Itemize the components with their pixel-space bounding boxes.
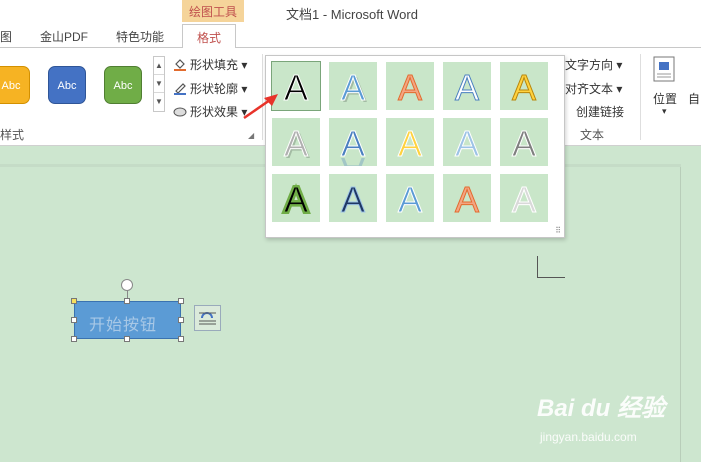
red-arrow-annotation	[243, 94, 278, 120]
align-text-button[interactable]: 对齐文本 ▾	[565, 80, 622, 97]
title-bar: 绘图工具 文档1 - Microsoft Word	[0, 0, 701, 24]
baidu-jingyan-watermark: Bai du 经验	[537, 395, 666, 422]
create-link-label: 创建链接	[576, 105, 625, 119]
shape-styles-scroll: ▲ ▼ ▼	[153, 56, 165, 112]
svg-text:A: A	[455, 123, 479, 164]
svg-text:A: A	[398, 123, 422, 164]
wrap-text-button[interactable]: 自	[688, 90, 700, 107]
wordart-style-option[interactable]: A	[500, 174, 548, 222]
shape-outline-button[interactable]: 形状轮廓 ▾	[173, 80, 247, 97]
selected-textbox[interactable]: 开始按钮	[74, 301, 181, 339]
resize-handle[interactable]	[71, 298, 77, 304]
create-link-button[interactable]: 创建链接	[565, 103, 624, 120]
watermark-url: jingyan.baidu.com	[540, 430, 637, 444]
gallery-resize-grip-icon[interactable]: ⠿	[555, 226, 561, 235]
svg-text:A: A	[284, 179, 308, 220]
svg-text:A: A	[398, 67, 422, 108]
shape-effects-icon	[173, 104, 187, 118]
document-title: 文档1 - Microsoft Word	[286, 7, 418, 22]
wordart-style-option[interactable]: A	[500, 118, 548, 166]
shape-style-blue[interactable]: Abc	[48, 66, 86, 104]
ribbon-tabs: 图 金山PDF 特色功能 格式	[0, 24, 701, 49]
tab-view[interactable]: 图	[0, 28, 12, 45]
svg-text:A: A	[512, 67, 536, 108]
svg-text:A: A	[512, 123, 536, 164]
pen-icon	[173, 81, 187, 95]
resize-handle[interactable]	[178, 317, 184, 323]
position-icon[interactable]	[653, 56, 675, 85]
text-direction-label: 文字方向	[565, 58, 614, 72]
shape-effects-button[interactable]: 形状效果 ▾	[173, 103, 247, 120]
tab-special-features[interactable]: 特色功能	[116, 28, 164, 45]
wordart-style-option[interactable]: A	[443, 62, 491, 110]
wordart-style-option[interactable]: AA	[329, 62, 377, 110]
resize-handle[interactable]	[71, 317, 77, 323]
svg-text:A: A	[284, 123, 308, 164]
wordart-style-option[interactable]: A	[443, 118, 491, 166]
resize-handle[interactable]	[124, 298, 130, 304]
shape-effects-label: 形状效果	[190, 105, 239, 119]
shape-style-green[interactable]: Abc	[104, 66, 142, 104]
textbox-text[interactable]: 开始按钮	[89, 311, 157, 335]
margin-corner-mark	[537, 277, 565, 278]
dialog-launcher-icon[interactable]: ◢	[248, 131, 254, 140]
svg-text:A: A	[341, 67, 365, 108]
wordart-style-option[interactable]: A	[500, 62, 548, 110]
align-text-label: 对齐文本	[565, 82, 614, 96]
position-dropdown-icon[interactable]: ▾	[662, 106, 667, 117]
svg-text:A: A	[455, 67, 479, 108]
margin-corner-mark	[537, 256, 538, 278]
shape-fill-label: 形状填充	[190, 58, 239, 72]
resize-handle[interactable]	[178, 298, 184, 304]
svg-text:A: A	[398, 179, 422, 220]
svg-text:A: A	[512, 179, 536, 220]
shape-styles-group-label: 样式	[0, 128, 25, 142]
resize-handle[interactable]	[178, 336, 184, 342]
more-styles-icon[interactable]: ▼	[154, 93, 164, 111]
shape-fill-button[interactable]: 形状填充 ▾	[173, 56, 247, 73]
resize-handle[interactable]	[124, 336, 130, 342]
shape-style-orange[interactable]: Abc	[0, 66, 30, 104]
text-group-label: 文本	[580, 128, 605, 142]
tab-format[interactable]: 格式	[182, 24, 237, 49]
scroll-up-icon[interactable]: ▲	[154, 57, 164, 75]
page-right-edge	[680, 167, 681, 462]
text-direction-button[interactable]: 文字方向 ▾	[565, 56, 622, 73]
wordart-style-option[interactable]: A	[329, 174, 377, 222]
tab-wps-pdf[interactable]: 金山PDF	[40, 28, 88, 45]
layout-options-icon[interactable]	[194, 305, 221, 331]
wordart-style-option[interactable]: A	[386, 62, 434, 110]
position-label: 位置	[653, 92, 678, 106]
drawing-tools-context-header: 绘图工具	[182, 0, 244, 22]
shape-outline-label: 形状轮廓	[190, 82, 239, 96]
scroll-down-icon[interactable]: ▼	[154, 75, 164, 93]
link-icon	[565, 104, 573, 118]
group-separator	[640, 54, 641, 140]
wordart-style-option[interactable]: A	[443, 174, 491, 222]
position-button[interactable]: 位置	[653, 90, 677, 107]
wordart-style-option[interactable]: AA	[272, 174, 320, 222]
svg-text:A: A	[341, 179, 365, 220]
svg-text:A: A	[341, 150, 365, 166]
wordart-style-option[interactable]: AA	[272, 118, 320, 166]
svg-text:A: A	[284, 67, 308, 108]
wordart-styles-gallery: AAAAAAAAAAAAAAAAAAA ⠿	[265, 55, 565, 238]
wordart-style-option[interactable]: AA	[329, 118, 377, 166]
svg-text:A: A	[455, 179, 479, 220]
wordart-style-option[interactable]: A	[386, 118, 434, 166]
resize-handle[interactable]	[71, 336, 77, 342]
paint-bucket-icon	[173, 57, 187, 71]
wordart-style-option[interactable]: A	[386, 174, 434, 222]
